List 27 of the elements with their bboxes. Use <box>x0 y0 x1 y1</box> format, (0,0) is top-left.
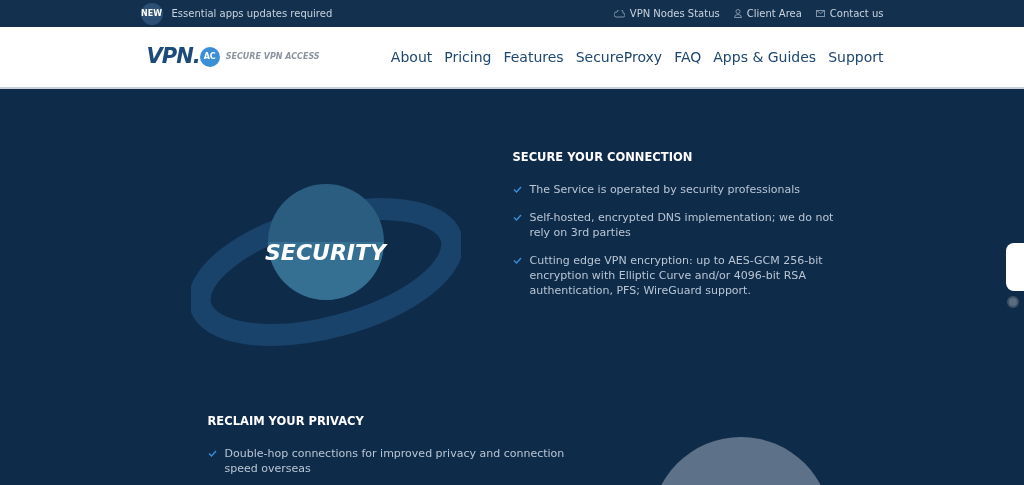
nav-link[interactable]: Support <box>828 46 884 68</box>
check-icon <box>512 186 522 194</box>
top-link[interactable]: VPN Nodes Status <box>613 6 720 21</box>
image-title: SECURITY <box>265 238 386 267</box>
feature-text: The Service is operated by security professionals <box>529 182 800 198</box>
mail-icon <box>815 10 825 17</box>
feature-text: Cutting edge VPN encryption: up to AES-GCM 256-bit encryption with Elliptic Curve and/or 4096-bit RSA authentication, PFS; WireGuard support. <box>529 253 824 299</box>
top-link[interactable]: Contact us <box>815 6 884 21</box>
new-badge: NEW <box>140 2 163 25</box>
top-link[interactable]: Client Area <box>733 6 802 21</box>
check-icon <box>512 257 522 265</box>
nav-link[interactable]: FAQ <box>674 46 702 68</box>
nav-link[interactable]: Apps & Guides <box>713 46 817 68</box>
nav-link[interactable]: Pricing <box>444 46 492 68</box>
side-tab[interactable] <box>1006 243 1024 291</box>
nav-link[interactable]: SecureProxy <box>575 46 663 68</box>
cloud-icon <box>613 9 625 18</box>
nav-link[interactable]: About <box>390 46 433 68</box>
section-heading: SECURE YOUR CONNECTION <box>512 149 694 166</box>
section-heading: RECLAIM YOUR PRIVACY <box>207 413 365 430</box>
feature-text: Self-hosted, encrypted DNS implementation; we do not rely on 3rd parties <box>529 210 835 241</box>
user-icon <box>733 9 742 18</box>
check-icon <box>207 450 217 458</box>
check-icon <box>512 214 522 222</box>
notice-text: Essential apps updates required <box>171 7 333 21</box>
nav-link[interactable]: Features <box>503 46 564 68</box>
feature-text: Double-hop connections for improved privacy and connection speed overseas <box>224 446 566 477</box>
